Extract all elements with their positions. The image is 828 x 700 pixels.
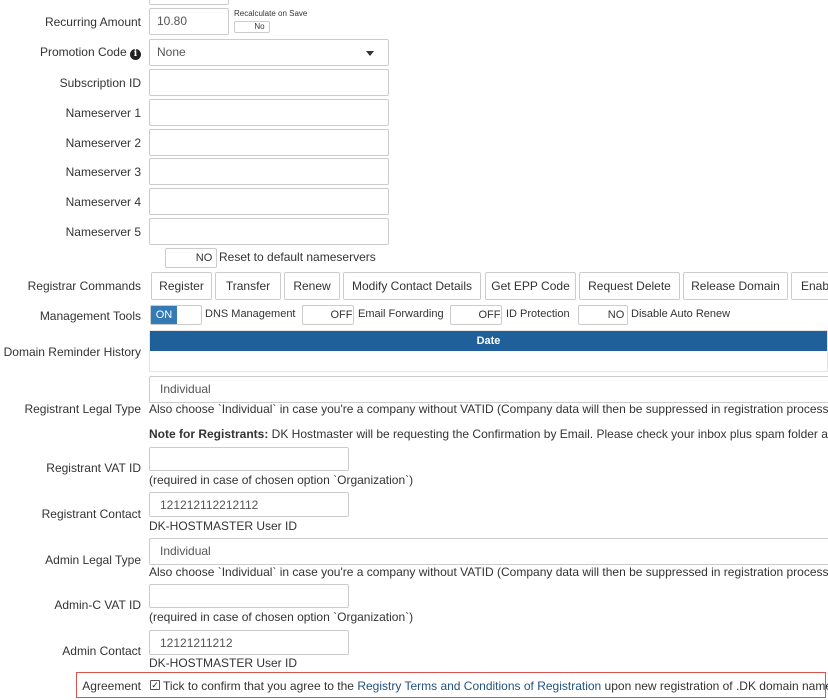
registrant-vat-id-row: Registrant VAT ID (required in case of c…: [0, 447, 828, 489]
domain-reminder-history-label: Domain Reminder History: [3, 345, 141, 359]
registrant-legal-type-select[interactable]: Individual: [149, 376, 828, 403]
admin-vat-id-input[interactable]: [149, 584, 349, 608]
agreement-text-before: Tick to confirm that you agree to the: [163, 679, 358, 693]
nameserver-5-input[interactable]: [149, 218, 389, 245]
nameserver-1-input[interactable]: [149, 99, 389, 126]
id-protection-state: OFF: [478, 309, 501, 321]
subscription-id-row: Subscription ID: [0, 69, 828, 96]
registrant-contact-label: Registrant Contact: [41, 507, 141, 521]
disable-auto-renew-state: NO: [607, 309, 625, 321]
email-forwarding-toggle[interactable]: OFF: [302, 305, 354, 325]
register-button[interactable]: Register: [151, 272, 212, 300]
registrant-vat-id-input[interactable]: [149, 447, 349, 471]
dns-management-label: DNS Management: [205, 308, 296, 320]
agreement-checkbox[interactable]: ✓: [150, 680, 160, 690]
chevron-down-icon: [366, 51, 374, 56]
id-protection-label: ID Protection: [506, 308, 570, 320]
registrant-vat-id-help: (required in case of chosen option `Orga…: [149, 473, 414, 487]
admin-contact-input[interactable]: 12121211212: [149, 630, 349, 655]
registrant-contact-input[interactable]: 121212112212112: [149, 492, 349, 517]
registry-terms-link[interactable]: Registry Terms and Conditions of Registr…: [357, 679, 601, 693]
admin-vat-id-help: (required in case of chosen option `Orga…: [149, 610, 414, 624]
promotion-code-row: Promotion Code i None: [0, 39, 828, 67]
registrant-contact-row: Registrant Contact 121212112212112 DK-HO…: [0, 492, 828, 534]
reminder-history-table: Date: [149, 330, 828, 372]
disable-auto-renew-toggle[interactable]: NO: [578, 305, 628, 325]
reset-nameservers-toggle[interactable]: NO: [165, 248, 217, 268]
admin-legal-type-label: Admin Legal Type: [45, 553, 141, 567]
reset-nameservers-label: Reset to default nameservers: [219, 250, 376, 264]
management-tools-row: Management Tools ON DNS Management OFF E…: [0, 305, 828, 325]
previous-field-edge: [149, 0, 229, 5]
email-forwarding-label: Email Forwarding: [358, 308, 444, 320]
registrant-legal-type-help: Also choose `Individual` in case you're …: [149, 402, 828, 416]
get-epp-code-button[interactable]: Get EPP Code: [485, 272, 576, 300]
nameserver-4-row: Nameserver 4: [0, 188, 828, 215]
registrar-commands-label: Registrar Commands: [27, 279, 141, 293]
modify-contact-details-button[interactable]: Modify Contact Details: [343, 272, 481, 300]
management-tools-label: Management Tools: [39, 309, 141, 323]
renew-button[interactable]: Renew: [284, 272, 340, 300]
admin-legal-type-help: Also choose `Individual` in case you're …: [149, 565, 828, 579]
nameserver-4-label: Nameserver 4: [65, 195, 141, 209]
admin-vat-id-label: Admin-C VAT ID: [54, 598, 141, 612]
agreement-text: Tick to confirm that you agree to the Re…: [163, 679, 828, 693]
registrant-note-text: DK Hostmaster will be requesting the Con…: [268, 427, 828, 441]
release-domain-button[interactable]: Release Domain: [683, 272, 788, 300]
recurring-amount-row: Recurring Amount 10.80 Recalculate on Sa…: [0, 8, 828, 36]
nameserver-2-row: Nameserver 2: [0, 129, 828, 156]
registrant-contact-help: DK-HOSTMASTER User ID: [149, 519, 298, 533]
registrant-vat-id-label: Registrant VAT ID: [46, 461, 141, 475]
recalculate-label: Recalculate on Save: [234, 9, 308, 18]
disable-auto-renew-label: Disable Auto Renew: [631, 308, 731, 320]
nameserver-5-label: Nameserver 5: [65, 225, 141, 239]
recurring-amount-input[interactable]: 10.80: [149, 8, 229, 35]
registrant-note: Note for Registrants: DK Hostmaster will…: [149, 427, 828, 441]
nameserver-3-input[interactable]: [149, 158, 389, 185]
reset-nameservers-state: NO: [195, 252, 213, 264]
domain-reminder-history-row: Domain Reminder History Date: [0, 330, 828, 374]
nameserver-1-label: Nameserver 1: [65, 106, 141, 120]
agreement-text-after: upon new registration of .DK domain name…: [601, 679, 828, 693]
nameserver-5-row: Nameserver 5: [0, 218, 828, 245]
registrant-legal-type-label: Registrant Legal Type: [24, 402, 141, 416]
admin-contact-row: Admin Contact 12121211212 DK-HOSTMASTER …: [0, 630, 828, 672]
id-protection-toggle[interactable]: OFF: [450, 305, 502, 325]
registrant-legal-type-row: Individual Registrant Legal Type Also ch…: [0, 376, 828, 446]
subscription-id-input[interactable]: [149, 69, 389, 96]
promotion-code-value: None: [157, 45, 186, 59]
recurring-amount-label: Recurring Amount: [44, 15, 141, 29]
nameserver-4-input[interactable]: [149, 188, 389, 215]
dns-management-toggle[interactable]: ON: [150, 305, 202, 325]
promotion-code-label: Promotion Code i: [0, 45, 141, 60]
nameserver-1-row: Nameserver 1: [0, 99, 828, 126]
admin-legal-type-row: Individual Admin Legal Type Also choose …: [0, 538, 828, 580]
admin-contact-label: Admin Contact: [62, 644, 141, 658]
admin-vat-id-row: Admin-C VAT ID (required in case of chos…: [0, 584, 828, 626]
request-delete-button[interactable]: Request Delete: [579, 272, 680, 300]
promotion-code-select[interactable]: None: [149, 39, 389, 66]
nameserver-3-row: Nameserver 3: [0, 158, 828, 185]
email-forwarding-state: OFF: [330, 309, 353, 321]
nameserver-2-input[interactable]: [149, 129, 389, 156]
agreement-row: Agreement ✓ Tick to confirm that you agr…: [0, 678, 828, 696]
registrar-commands-row: Registrar Commands Register Transfer Ren…: [0, 272, 828, 300]
registrant-note-title: Note for Registrants:: [149, 427, 269, 441]
dns-management-state: ON: [151, 306, 177, 324]
admin-contact-help: DK-HOSTMASTER User ID: [149, 656, 298, 670]
recalculate-state: No: [254, 22, 265, 31]
nameserver-3-label: Nameserver 3: [65, 165, 141, 179]
transfer-button[interactable]: Transfer: [215, 272, 281, 300]
reset-nameservers-row: NO Reset to default nameservers: [0, 248, 828, 268]
promotion-code-label-text: Promotion Code: [39, 45, 127, 59]
recalculate-toggle[interactable]: No: [234, 21, 270, 33]
agreement-label: Agreement: [82, 679, 141, 693]
date-column-header[interactable]: Date: [477, 335, 501, 347]
admin-legal-type-select[interactable]: Individual: [149, 538, 828, 565]
reminder-history-header: Date: [150, 331, 827, 351]
enable-button[interactable]: Enab: [791, 272, 828, 300]
nameserver-2-label: Nameserver 2: [65, 136, 141, 150]
info-icon[interactable]: i: [130, 49, 141, 60]
subscription-id-label: Subscription ID: [59, 76, 141, 90]
